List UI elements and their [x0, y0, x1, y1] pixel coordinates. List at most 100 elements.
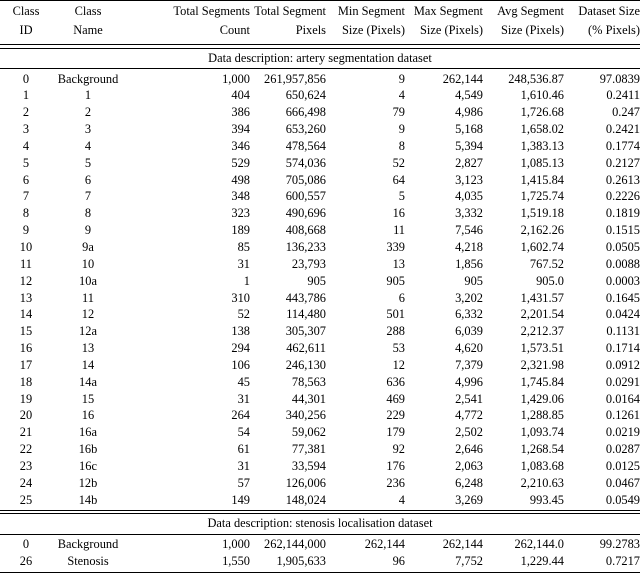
column-header-line1: Class [74, 4, 102, 18]
cell-avg_px: 2,210.63 [520, 475, 564, 490]
cell-total_count: 1,550 [222, 554, 250, 569]
column-header-min_px: Min Segment Size (Pixels) [326, 1, 405, 45]
cell-total_px: 340,256 [285, 408, 326, 423]
cell-min_px: 4 [398, 492, 405, 507]
column-header-line1: Class [12, 4, 40, 18]
cell-class_id: 0 [22, 537, 30, 552]
table-row: 3 3 394 653,260 9 5,168 1,658.02 0.2421 [0, 121, 640, 138]
column-header-line2: (% Pixels) [588, 22, 640, 37]
cell-max_px: 3,269 [455, 492, 483, 507]
cell-avg_px: 248,536.87 [508, 71, 564, 86]
column-header-line2: Size (Pixels) [501, 22, 564, 37]
cell-total_px: 305,307 [285, 324, 326, 339]
table-row: 8 8 323 490,696 16 3,332 1,519.18 0.1819 [0, 205, 640, 222]
cell-avg_px: 1,083.68 [520, 458, 564, 473]
column-header-line1: Avg Segment [497, 4, 564, 18]
cell-class_id: 10 [19, 240, 33, 255]
cell-class_id: 3 [22, 122, 30, 137]
table-row: 6 6 498 705,086 64 3,123 1,415.84 0.2613 [0, 172, 640, 189]
cell-min_px: 64 [392, 172, 405, 187]
cell-class_id: 21 [19, 425, 33, 440]
cell-max_px: 6,039 [455, 324, 483, 339]
cell-total_count: 310 [231, 290, 250, 305]
table-row: 23 16c 31 33,594 176 2,063 1,083.68 0.0125 [0, 458, 640, 475]
cell-min_px: 6 [398, 290, 405, 305]
section-caption-row: Data description: artery segmentation da… [0, 48, 640, 69]
cell-dataset_pct: 0.1819 [605, 206, 640, 221]
table-row: 9 9 189 408,668 11 7,546 2,162.26 0.1515 [0, 222, 640, 239]
cell-min_px: 229 [386, 408, 405, 423]
cell-total_px: 650,624 [285, 88, 326, 103]
column-header-avg_px: Avg Segment Size (Pixels) [483, 1, 564, 45]
cell-total_count: 45 [237, 374, 250, 389]
cell-total_px: 114,480 [286, 307, 326, 322]
cell-min_px: 501 [386, 307, 405, 322]
cell-total_px: 78,563 [291, 374, 326, 389]
cell-avg_px: 767.52 [529, 256, 564, 271]
cell-avg_px: 1,519.18 [520, 206, 564, 221]
cell-class_name: 12a [79, 324, 97, 339]
statistics-table-container: Class ID Class Name Total Segments Count Total… [0, 0, 640, 573]
column-header-line2: Size (Pixels) [342, 22, 405, 37]
cell-class_name: 16b [78, 442, 98, 457]
cell-class_id: 4 [22, 138, 30, 153]
cell-total_count: 386 [231, 105, 250, 120]
cell-class_name: 16a [79, 425, 97, 440]
cell-class_id: 18 [19, 374, 33, 389]
cell-dataset_pct: 0.0287 [605, 442, 640, 457]
cell-dataset_pct: 0.0164 [605, 391, 640, 406]
cell-dataset_pct: 0.0291 [605, 374, 640, 389]
cell-avg_px: 1,383.13 [520, 138, 564, 153]
cell-class_id: 19 [19, 391, 33, 406]
cell-class_name: 7 [84, 189, 92, 204]
cell-min_px: 339 [386, 240, 405, 255]
cell-total_px: 905 [307, 273, 326, 288]
cell-avg_px: 2,201.54 [520, 307, 564, 322]
cell-class_id: 26 [19, 554, 33, 569]
cell-max_px: 3,202 [455, 290, 483, 305]
cell-total_count: 189 [231, 223, 250, 238]
table-row: 10 9a 85 136,233 339 4,218 1,602.74 0.0505 [0, 239, 640, 256]
cell-total_count: 529 [231, 155, 250, 170]
cell-class_id: 1 [22, 88, 30, 103]
cell-max_px: 4,549 [455, 88, 483, 103]
cell-max_px: 2,502 [455, 425, 483, 440]
cell-min_px: 16 [392, 206, 405, 221]
table-row: 2 2 386 666,498 79 4,986 1,726.68 0.247 [0, 104, 640, 121]
cell-total_px: 23,793 [291, 256, 326, 271]
cell-max_px: 4,620 [455, 341, 483, 356]
cell-min_px: 79 [392, 105, 405, 120]
cell-dataset_pct: 0.247 [612, 105, 640, 120]
cell-class_id: 22 [19, 442, 33, 457]
cell-min_px: 52 [392, 155, 405, 170]
cell-total_px: 246,130 [285, 357, 326, 372]
cell-class_id: 17 [19, 357, 33, 372]
cell-total_count: 149 [231, 492, 250, 507]
cell-max_px: 2,646 [455, 442, 483, 457]
cell-total_px: 653,260 [285, 122, 326, 137]
table-row: 15 12a 138 305,307 288 6,039 2,212.37 0.1131 [0, 323, 640, 340]
cell-avg_px: 993.45 [529, 492, 564, 507]
cell-avg_px: 1,268.54 [520, 442, 564, 457]
cell-class_id: 23 [19, 458, 33, 473]
cell-min_px: 469 [386, 391, 405, 406]
cell-dataset_pct: 0.0424 [605, 307, 640, 322]
table-row: 26 Stenosis 1,550 1,905,633 96 7,752 1,229.44 0… [0, 553, 640, 572]
cell-avg_px: 1,602.74 [520, 240, 564, 255]
cell-total_px: 77,381 [291, 442, 326, 457]
table-row: 11 10 31 23,793 13 1,856 767.52 0.0088 [0, 256, 640, 273]
cell-class_id: 8 [22, 206, 30, 221]
cell-class_name: 4 [84, 138, 92, 153]
cell-dataset_pct: 0.2226 [605, 189, 640, 204]
column-header-line2: Count [219, 22, 250, 37]
cell-avg_px: 1,429.06 [520, 391, 564, 406]
dataset-statistics-table: Class ID Class Name Total Segments Count Total… [0, 0, 640, 573]
cell-avg_px: 1,725.74 [520, 189, 564, 204]
cell-dataset_pct: 0.7217 [605, 554, 640, 569]
cell-class_id: 11 [20, 256, 32, 271]
cell-min_px: 4 [398, 88, 405, 103]
column-header-line1: Min Segment [337, 4, 405, 18]
cell-total_px: 126,006 [285, 475, 326, 490]
cell-class_name: 6 [84, 172, 92, 187]
cell-max_px: 7,546 [455, 223, 483, 238]
